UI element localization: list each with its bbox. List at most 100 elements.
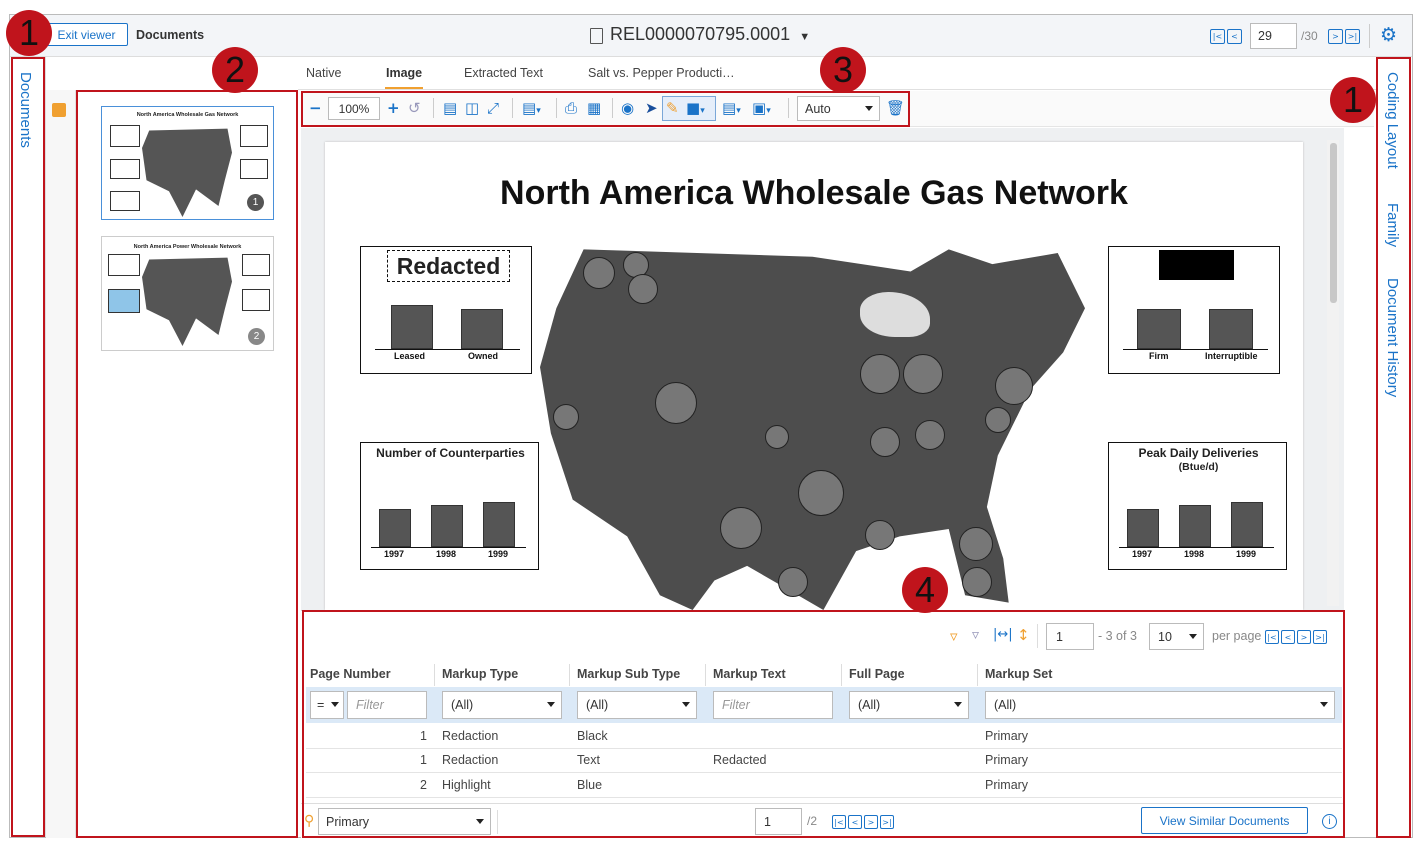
column-header-page-number[interactable]: Page Number <box>310 667 391 681</box>
text-tool-icon[interactable]: ▣▾ <box>752 99 771 120</box>
row-divider <box>306 748 1342 749</box>
thumbnail-title: North America Power Wholesale Network <box>133 244 242 250</box>
chart-axis <box>375 349 520 350</box>
eye-icon[interactable]: ◉ <box>621 99 634 117</box>
view-similar-documents-button[interactable]: View Similar Documents <box>1141 807 1308 834</box>
tab-extracted-text[interactable]: Extracted Text <box>464 66 543 90</box>
prev-doc-icon[interactable]: < <box>1227 29 1242 44</box>
cell-markup-set: Primary <box>985 729 1029 743</box>
doc-number-input[interactable]: 29 <box>1250 23 1297 49</box>
column-header-markup-type[interactable]: Markup Type <box>442 667 518 681</box>
markup-set-select[interactable]: Primary <box>318 808 491 835</box>
settings-gear-icon[interactable]: ⚙ <box>1380 24 1397 46</box>
toolbar-divider <box>512 98 513 118</box>
column-header-markup-text[interactable]: Markup Text <box>713 667 786 681</box>
markup-set-pin-icon: ⚲ <box>304 813 315 829</box>
text-redaction-icon[interactable]: ▤▾ <box>722 99 741 120</box>
column-divider <box>705 664 706 686</box>
markup-sub-type-filter-select[interactable]: (All) <box>577 691 697 719</box>
cell-page-number: 2 <box>420 778 427 792</box>
clear-filter-icon[interactable]: ▿ <box>972 627 979 643</box>
grid-first-page-icon[interactable]: |< <box>1265 630 1279 644</box>
grid-last-page-icon[interactable]: >| <box>1313 630 1327 644</box>
footer-next-page-icon[interactable]: > <box>864 815 878 829</box>
fit-columns-icon[interactable]: |↔| <box>993 627 1013 642</box>
chevron-down-icon <box>865 106 873 111</box>
footer-last-page-icon[interactable]: >| <box>880 815 894 829</box>
chart-axis <box>371 547 526 548</box>
column-header-markup-sub-type[interactable]: Markup Sub Type <box>577 667 680 681</box>
chart-axis <box>1119 547 1274 548</box>
fullscreen-icon[interactable]: ⤢ <box>487 99 499 117</box>
coding-layout-pane-toggle[interactable]: Coding Layout <box>1384 72 1401 169</box>
fit-width-icon[interactable]: ◫ <box>465 99 479 117</box>
chart-category-label: 1999 <box>1236 549 1257 559</box>
page-layout-icon[interactable]: ▤▾ <box>522 99 541 120</box>
zoom-in-icon[interactable]: + <box>387 99 400 117</box>
thumbnail-page-2[interactable]: North America Power Wholesale Network 2 <box>101 236 274 351</box>
save-image-icon[interactable]: ▦ <box>587 99 601 117</box>
documents-breadcrumb[interactable]: Documents <box>136 28 204 42</box>
leased-owned-chart: Redacted Leased Owned <box>360 246 532 374</box>
footer-first-page-icon[interactable]: |< <box>832 815 846 829</box>
grid-page-input[interactable]: 1 <box>1046 623 1094 650</box>
thumbnail-chart <box>110 191 140 211</box>
chevron-down-icon <box>331 702 339 707</box>
scrollbar-thumb[interactable] <box>1330 143 1337 303</box>
document-history-pane-toggle[interactable]: Document History <box>1384 278 1401 397</box>
chart-category-label: 1999 <box>488 549 509 559</box>
zoom-input[interactable]: 100% <box>328 97 380 120</box>
page-number-operator-select[interactable]: = <box>310 691 344 719</box>
tab-saved-search[interactable]: Salt vs. Pepper Producti… <box>588 66 735 90</box>
markup-type-filter-select[interactable]: (All) <box>442 691 562 719</box>
exit-viewer-button[interactable]: Exit viewer <box>45 23 128 46</box>
redaction-mode-select[interactable]: Auto <box>797 96 880 121</box>
chevron-down-icon <box>682 702 690 707</box>
grid-next-page-icon[interactable]: > <box>1297 630 1311 644</box>
cell-page-number: 1 <box>420 729 427 743</box>
first-doc-icon[interactable]: |< <box>1210 29 1225 44</box>
filter-value: (All) <box>994 698 1017 712</box>
page-number-filter-input[interactable]: Filter <box>347 691 427 719</box>
chart-category-label: Owned <box>468 351 499 361</box>
info-icon[interactable]: i <box>1322 814 1337 829</box>
footer-page-input[interactable]: 1 <box>755 808 802 835</box>
operator-value: = <box>317 698 325 712</box>
last-doc-icon[interactable]: >| <box>1345 29 1360 44</box>
cell-markup-type: Redaction <box>442 753 499 767</box>
markup-set-filter-select[interactable]: (All) <box>985 691 1335 719</box>
image-thumbnails-icon[interactable] <box>52 103 66 117</box>
filter-icon[interactable]: ▿ <box>950 627 958 645</box>
documents-pane-toggle[interactable]: Documents <box>17 72 34 148</box>
column-header-markup-set[interactable]: Markup Set <box>985 667 1052 681</box>
document-id: REL0000070795.0001 <box>610 24 791 44</box>
trash-icon[interactable]: 🗑 <box>886 99 905 117</box>
per-page-select[interactable]: 10 <box>1149 623 1204 650</box>
grid-prev-page-icon[interactable]: < <box>1281 630 1295 644</box>
thumbnail-chart <box>240 125 268 147</box>
pointer-icon[interactable]: ➤ <box>645 99 658 117</box>
chart-subtitle: (Btue/d) <box>1178 461 1219 473</box>
firm-interruptible-chart: Firm Interruptible <box>1108 246 1280 374</box>
redaction-box-icon[interactable]: ■▾ <box>686 99 705 120</box>
next-doc-icon[interactable]: > <box>1328 29 1343 44</box>
print-icon[interactable]: ⎙ <box>565 99 577 117</box>
document-id-title[interactable]: REL0000070795.0001 ▼ <box>610 24 810 45</box>
markup-text-filter-input[interactable]: Filter <box>713 691 833 719</box>
row-height-icon[interactable]: ↕ <box>1017 626 1030 644</box>
full-page-filter-select[interactable]: (All) <box>849 691 969 719</box>
family-pane-toggle[interactable]: Family <box>1384 203 1401 247</box>
fit-height-icon[interactable]: ▤ <box>443 99 457 117</box>
tab-image[interactable]: Image <box>385 66 424 90</box>
tab-native[interactable]: Native <box>306 66 341 90</box>
column-header-full-page[interactable]: Full Page <box>849 667 905 681</box>
rotate-icon[interactable]: ↺ <box>408 99 421 117</box>
chart-category-label: Leased <box>394 351 426 361</box>
highlighter-icon[interactable]: ✎ <box>666 99 679 117</box>
chart-bar <box>461 309 503 349</box>
page-badge: 1 <box>247 194 264 211</box>
zoom-out-icon[interactable]: − <box>309 99 322 117</box>
footer-prev-page-icon[interactable]: < <box>848 815 862 829</box>
chart-bar <box>1231 502 1263 547</box>
thumbnail-page-1[interactable]: North America Wholesale Gas Network 1 <box>101 106 274 220</box>
